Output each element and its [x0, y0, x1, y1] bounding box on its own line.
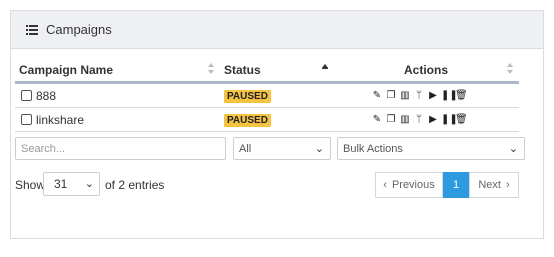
sort-icon — [208, 63, 214, 74]
column-label: Actions — [404, 62, 449, 77]
chevron-right-icon: › — [505, 179, 510, 191]
bulk-actions-value: Bulk Actions — [343, 142, 403, 155]
filters-row: Search... All ⌄ Bulk Actions ⌄ — [15, 137, 525, 161]
play-icon[interactable]: ▶ — [427, 90, 439, 102]
split-icon[interactable]: ᛘ — [413, 114, 425, 126]
list-icon — [26, 24, 38, 35]
bar-chart-icon[interactable]: ▥ — [399, 90, 411, 102]
status-badge: PAUSED — [224, 90, 271, 103]
entries-info: of 2 entries — [105, 178, 165, 192]
next-page-button[interactable]: Next › — [469, 172, 519, 198]
panel-header: Campaigns — [11, 11, 543, 49]
status-badge: PAUSED — [224, 114, 271, 127]
chevron-left-icon: ‹ — [383, 179, 387, 191]
pause-icon[interactable]: ❚❚ — [441, 114, 458, 126]
copy-icon[interactable]: ❐ — [385, 90, 397, 102]
copy-icon[interactable]: ❐ — [385, 114, 397, 126]
sort-icon — [507, 63, 513, 74]
row-actions: ✎ ❐ ▥ ᛘ ▶ ❚❚ 🗑 — [334, 90, 519, 102]
pagination: ‹ Previous 1 Next › — [375, 172, 519, 198]
chevron-down-icon: ⌄ — [508, 143, 518, 155]
row-actions: ✎ ❐ ▥ ᛘ ▶ ❚❚ 🗑 — [334, 114, 519, 126]
column-header-actions[interactable]: Actions — [334, 58, 519, 84]
table-footer: Show 31 ⌄ of 2 entries ‹ Previous 1 Next… — [15, 172, 519, 198]
chevron-down-icon: ⌄ — [314, 143, 324, 155]
status-filter-value: All — [239, 142, 252, 155]
table-row: linkshare PAUSED ✎ ❐ ▥ ᛘ ▶ ❚❚ 🗑 — [15, 107, 519, 132]
column-label: Status — [224, 62, 261, 77]
chevron-down-icon: ⌄ — [84, 178, 94, 190]
page-1-button[interactable]: 1 — [443, 172, 469, 198]
split-icon[interactable]: ᛘ — [413, 90, 425, 102]
previous-label: Previous — [391, 179, 435, 191]
trash-icon[interactable]: 🗑 — [455, 90, 468, 102]
play-icon[interactable]: ▶ — [427, 114, 439, 126]
search-input[interactable]: Search... — [15, 137, 226, 160]
status-filter-select[interactable]: All ⌄ — [233, 137, 331, 160]
bar-chart-icon[interactable]: ▥ — [399, 114, 411, 126]
search-placeholder: Search... — [21, 142, 66, 155]
trash-icon[interactable]: 🗑 — [455, 114, 468, 126]
campaign-name[interactable]: 888 — [36, 89, 56, 103]
bulk-actions-select[interactable]: Bulk Actions ⌄ — [337, 137, 525, 160]
table-row: 888 PAUSED ✎ ❐ ▥ ᛘ ▶ ❚❚ 🗑 — [15, 82, 519, 108]
pause-icon[interactable]: ❚❚ — [441, 90, 458, 102]
next-label: Next — [478, 179, 501, 191]
previous-page-button[interactable]: ‹ Previous — [375, 172, 443, 198]
column-header-campaign-name[interactable]: Campaign Name — [15, 58, 220, 84]
campaigns-table: Campaign Name Status Actions 888 PAUSED … — [15, 58, 519, 132]
campaign-name[interactable]: linkshare — [36, 113, 84, 127]
sort-asc-icon — [322, 64, 328, 69]
edit-icon[interactable]: ✎ — [371, 114, 383, 126]
edit-icon[interactable]: ✎ — [371, 90, 383, 102]
column-header-status[interactable]: Status — [220, 58, 334, 84]
column-label: Campaign Name — [19, 62, 114, 77]
page-length-select[interactable]: 31 ⌄ — [43, 172, 100, 196]
row-checkbox[interactable] — [21, 89, 32, 101]
panel-title: Campaigns — [46, 22, 112, 37]
page-length-value: 31 — [54, 177, 68, 191]
current-page: 1 — [452, 179, 460, 191]
show-label: Show — [15, 178, 46, 192]
row-checkbox[interactable] — [21, 113, 32, 125]
